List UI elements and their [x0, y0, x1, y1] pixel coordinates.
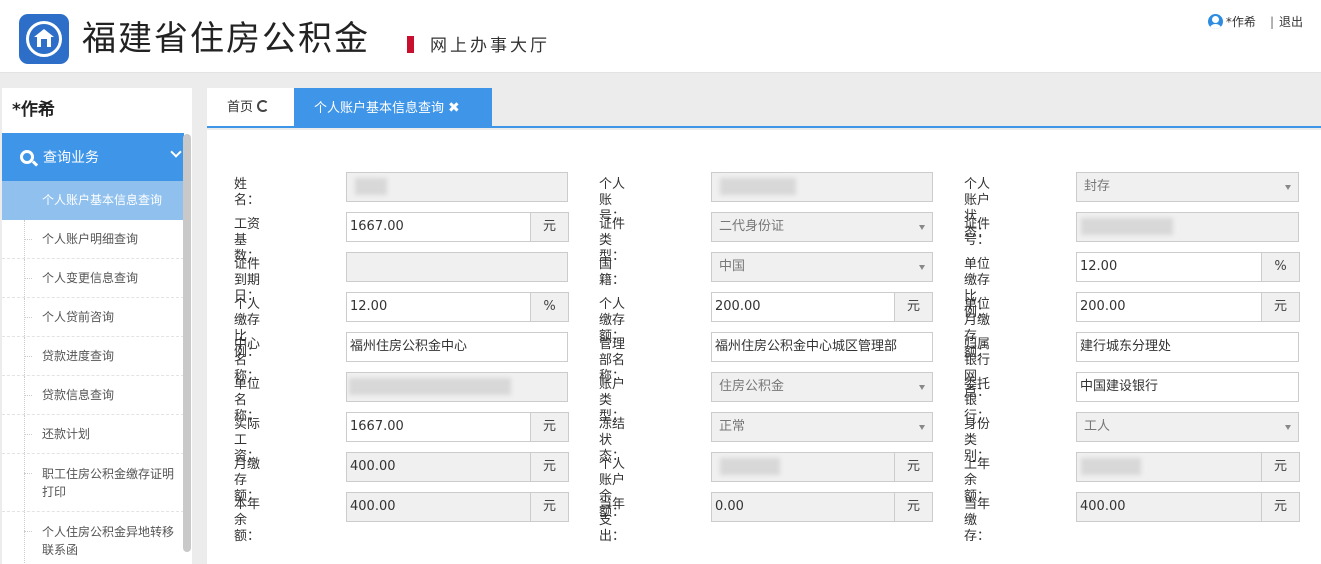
user-name[interactable]: *作希 — [1226, 13, 1256, 30]
unit-percent: % — [531, 292, 569, 322]
trust-bank-input[interactable]: 中国建设银行 — [1076, 372, 1299, 402]
id-type-select[interactable]: 二代身份证 — [711, 212, 933, 242]
year-in-input[interactable]: 400.00 — [1076, 492, 1262, 522]
sidebar-item-repay-plan[interactable]: 还款计划 — [2, 415, 184, 454]
person-amount-input[interactable]: 200.00 — [711, 292, 895, 322]
tab-bar: 首页 个人账户基本信息查询 ✖ — [207, 88, 1321, 128]
label-year-in: 当年缴存： — [964, 497, 991, 544]
unit-yuan: 元 — [1262, 492, 1300, 522]
caret-down-icon — [1285, 425, 1291, 430]
header: 福建省住房公积金 网上办事大厅 *作希 | 退出 — [0, 0, 1321, 73]
title-mark — [407, 36, 414, 53]
account-input[interactable] — [711, 172, 933, 202]
content-panel: 姓名： 个人账号： 个人账户状态： 封存 工资基数： 1667.00 元 证件类… — [207, 130, 1321, 564]
real-salary-input[interactable]: 1667.00 — [346, 412, 531, 442]
unit-yuan: 元 — [531, 452, 569, 482]
house-icon — [34, 29, 54, 47]
caret-down-icon — [919, 265, 925, 270]
caret-down-icon — [1285, 185, 1291, 190]
dept-input[interactable]: 福州住房公积金中心城区管理部 — [711, 332, 933, 362]
caret-down-icon — [919, 425, 925, 430]
caret-down-icon — [919, 225, 925, 230]
last-balance-input[interactable] — [1076, 452, 1262, 482]
user-area: *作希 | 退出 — [1207, 13, 1303, 30]
unit-yuan: 元 — [531, 412, 569, 442]
label-year-balance: 本年余额： — [234, 497, 261, 544]
id-type-value: 二代身份证 — [719, 219, 785, 234]
menu-title: 查询业务 — [43, 150, 99, 166]
status-select[interactable]: 封存 — [1076, 172, 1299, 202]
label-name: 姓名： — [234, 177, 261, 208]
bank-branch-input[interactable]: 建行城东分理处 — [1076, 332, 1299, 362]
sidebar-item-transfer-letter[interactable]: 个人住房公积金异地转移联系函 — [2, 512, 184, 564]
unit-ratio-input[interactable]: 12.00 — [1076, 252, 1262, 282]
logo — [19, 14, 69, 64]
sidebar-item-basic-info[interactable]: 个人账户基本信息查询 — [2, 181, 184, 220]
person-ratio-input[interactable]: 12.00 — [346, 292, 531, 322]
logout-link[interactable]: 退出 — [1279, 13, 1303, 30]
tab-home[interactable]: 首页 — [207, 88, 294, 126]
unit-yuan: 元 — [1262, 452, 1300, 482]
sidebar-item-deposit-proof[interactable]: 职工住房公积金缴存证明打印 — [2, 454, 184, 512]
unit-month-input[interactable]: 200.00 — [1076, 292, 1262, 322]
account-type-select[interactable]: 住房公积金 — [711, 372, 933, 402]
sidebar-item-change[interactable]: 个人变更信息查询 — [2, 259, 184, 298]
sidebar-item-pre-loan[interactable]: 个人贷前咨询 — [2, 298, 184, 337]
identity-select[interactable]: 工人 — [1076, 412, 1299, 442]
freeze-value: 正常 — [719, 419, 746, 434]
freeze-select[interactable]: 正常 — [711, 412, 933, 442]
site-subtitle: 网上办事大厅 — [430, 36, 550, 56]
tab-active-label: 个人账户基本信息查询 — [314, 101, 445, 116]
company-input[interactable] — [346, 372, 568, 402]
caret-down-icon — [919, 385, 925, 390]
balance-input[interactable] — [711, 452, 895, 482]
label-year-out: 当年支出： — [599, 497, 626, 544]
nationality-value: 中国 — [719, 259, 746, 274]
sidebar: *作希 查询业务 个人账户基本信息查询 个人账户明细查询 个人变更信息查询 个人… — [2, 88, 192, 564]
unit-yuan: 元 — [531, 212, 569, 242]
sidebar-item-loan-info[interactable]: 贷款信息查询 — [2, 376, 184, 415]
sidebar-scrollbar[interactable] — [183, 134, 191, 552]
sidebar-menu: 查询业务 个人账户基本信息查询 个人账户明细查询 个人变更信息查询 个人贷前咨询… — [2, 133, 184, 564]
name-input[interactable] — [346, 172, 568, 202]
nationality-select[interactable]: 中国 — [711, 252, 933, 282]
menu-query-business[interactable]: 查询业务 — [2, 133, 184, 181]
unit-yuan: 元 — [895, 292, 933, 322]
salary-base-input[interactable]: 1667.00 — [346, 212, 531, 242]
monthly-input[interactable]: 400.00 — [346, 452, 531, 482]
identity-value: 工人 — [1084, 419, 1111, 434]
close-icon[interactable]: ✖ — [448, 100, 460, 116]
search-icon — [20, 150, 34, 164]
unit-yuan: 元 — [895, 492, 933, 522]
year-balance-input[interactable]: 400.00 — [346, 492, 531, 522]
site-title: 福建省住房公积金 — [82, 19, 370, 59]
status-value: 封存 — [1084, 179, 1111, 194]
unit-yuan: 元 — [1262, 292, 1300, 322]
tab-basic-info[interactable]: 个人账户基本信息查询 ✖ — [294, 88, 492, 126]
id-no-input[interactable] — [1076, 212, 1299, 242]
sidebar-item-loan-progress[interactable]: 贷款进度查询 — [2, 337, 184, 376]
tab-home-label: 首页 — [227, 100, 254, 115]
year-out-input[interactable]: 0.00 — [711, 492, 895, 522]
id-expire-input[interactable] — [346, 252, 568, 282]
unit-yuan: 元 — [531, 492, 569, 522]
refresh-icon[interactable] — [257, 100, 270, 112]
unit-yuan: 元 — [895, 452, 933, 482]
separator: | — [1269, 14, 1274, 29]
label-nationality: 国籍： — [599, 257, 626, 288]
center-input[interactable]: 福州住房公积金中心 — [346, 332, 568, 362]
sidebar-item-detail[interactable]: 个人账户明细查询 — [2, 220, 184, 259]
account-type-value: 住房公积金 — [719, 379, 785, 394]
user-icon — [1207, 14, 1223, 29]
label-id-no: 证件号： — [964, 217, 991, 248]
sidebar-user: *作希 — [12, 100, 55, 120]
unit-percent: % — [1262, 252, 1300, 282]
